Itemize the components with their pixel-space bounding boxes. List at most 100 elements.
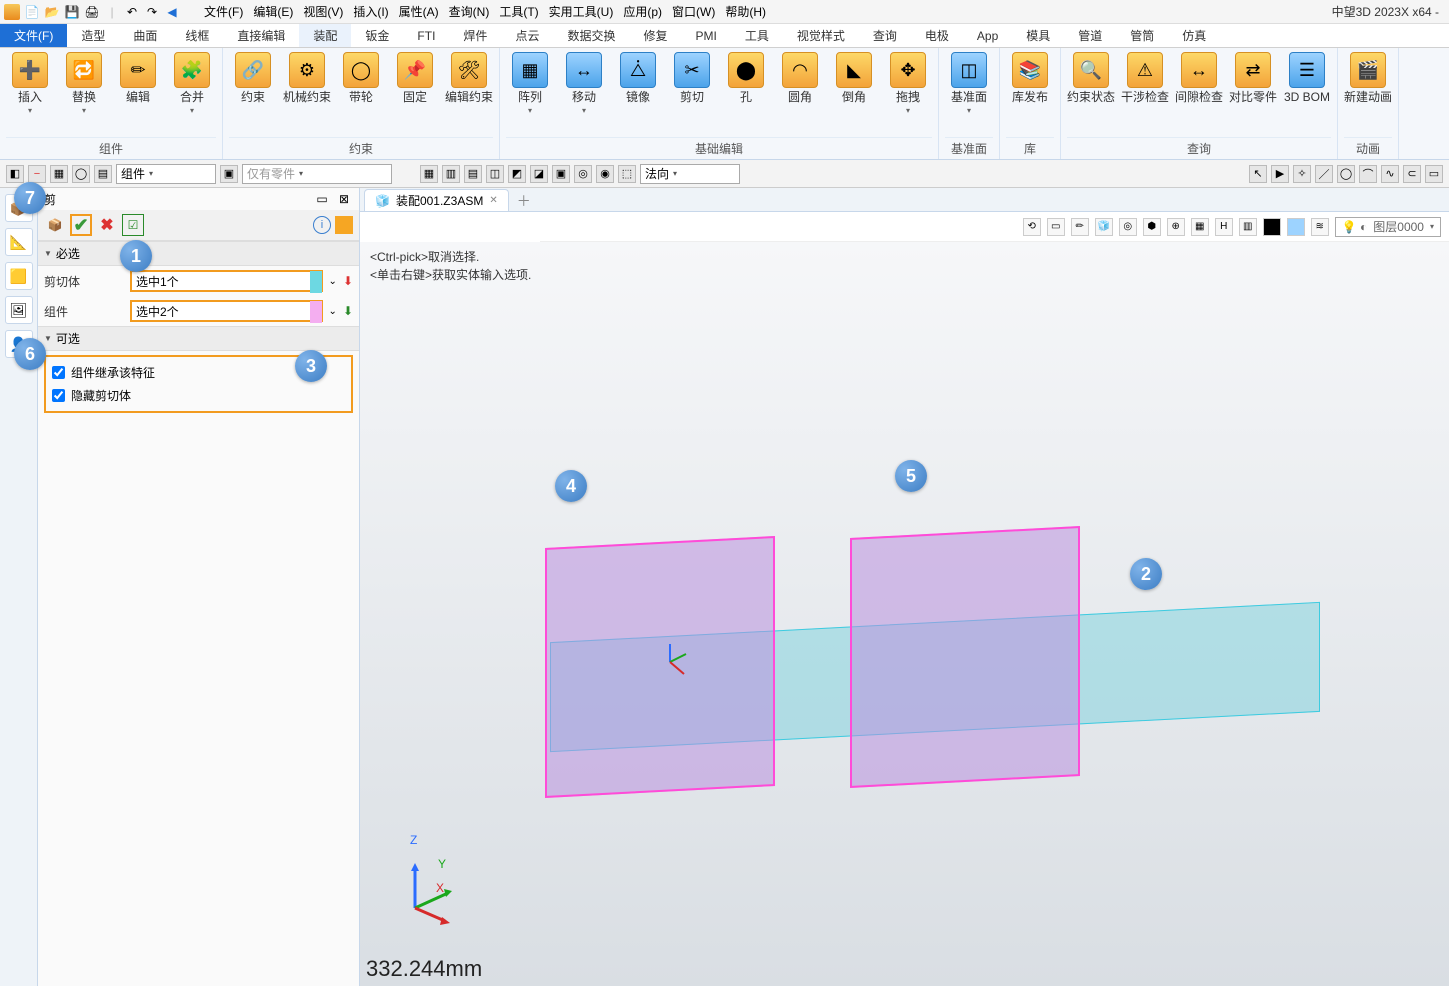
ribbon-btn-pattern[interactable]: ▦阵列▾ [506, 52, 554, 115]
menu-item[interactable]: 帮助(H) [721, 3, 770, 20]
tb-icon[interactable]: ◉ [596, 165, 614, 183]
tb-icon[interactable]: ◎ [574, 165, 592, 183]
tb-icon[interactable]: ↖ [1249, 165, 1267, 183]
tb-icon[interactable]: ▦ [420, 165, 438, 183]
document-tab[interactable]: 🧊 装配001.Z3ASM ✕ [364, 189, 509, 211]
tb-icon[interactable]: ◧ [6, 165, 24, 183]
ribbon-tab[interactable]: 管筒 [1116, 24, 1168, 47]
ribbon-tab[interactable]: 修复 [629, 24, 681, 47]
ribbon-tab[interactable]: 查询 [859, 24, 911, 47]
ribbon-btn-compare[interactable]: ⇄对比零件 [1229, 52, 1277, 104]
ribbon-btn-libpublish[interactable]: 📚库发布 [1006, 52, 1054, 104]
vt-icon[interactable]: ▭ [1047, 218, 1065, 236]
filter-combo[interactable]: 仅有零件▾ [242, 164, 392, 184]
leftbar-icon[interactable]: 🟨 [5, 262, 33, 290]
ribbon-btn-3dbom[interactable]: ☰3D BOM [1283, 52, 1331, 104]
pick-icon[interactable]: ⬇ [343, 304, 353, 318]
new-icon[interactable]: 📄 [24, 4, 40, 20]
ribbon-tab[interactable]: PMI [681, 24, 730, 47]
back-icon[interactable]: ◀ [164, 4, 180, 20]
ribbon-btn-merge[interactable]: 🧩合并▾ [168, 52, 216, 115]
menu-item[interactable]: 属性(A) [395, 3, 443, 20]
ribbon-btn-drag[interactable]: ✥拖拽▾ [884, 52, 932, 115]
ribbon-btn-constraint[interactable]: 🔗约束 [229, 52, 277, 104]
layer-combo[interactable]: 💡 ◐ 图层0000 ▾ [1335, 217, 1441, 237]
ribbon-tab[interactable]: 线框 [171, 24, 223, 47]
ribbon-btn-hole[interactable]: ⬤孔 [722, 52, 770, 104]
ribbon-btn-pulley[interactable]: ◯带轮 [337, 52, 385, 104]
menu-item[interactable]: 窗口(W) [668, 3, 719, 20]
pick-icon[interactable]: ⬇ [343, 274, 353, 288]
dropdown-icon[interactable]: ⌄ [329, 306, 337, 317]
tb-icon[interactable]: ⬚ [618, 165, 636, 183]
vt-icon[interactable]: 🧊 [1095, 218, 1113, 236]
vt-icon[interactable]: ✏ [1071, 218, 1089, 236]
ribbon-btn-fix[interactable]: 📌固定 [391, 52, 439, 104]
apply-button[interactable]: ☑ [122, 214, 144, 236]
leftbar-icon[interactable]: 🖼 [5, 296, 33, 324]
open-icon[interactable]: 📂 [44, 4, 60, 20]
panel-icon[interactable] [335, 216, 353, 234]
ribbon-tab[interactable]: 视觉样式 [783, 24, 859, 47]
tb-icon[interactable]: ／ [1315, 165, 1333, 183]
direction-combo[interactable]: 法向▾ [640, 164, 740, 184]
ribbon-btn-chamfer[interactable]: ◣倒角 [830, 52, 878, 104]
vt-icon[interactable]: ⊕ [1167, 218, 1185, 236]
ribbon-tab[interactable]: 焊件 [449, 24, 501, 47]
ribbon-btn-mechconstraint[interactable]: ⚙机械约束 [283, 52, 331, 104]
vt-color-blue-icon[interactable] [1287, 218, 1305, 236]
tb-icon[interactable]: ▥ [442, 165, 460, 183]
tb-icon[interactable]: ▦ [50, 165, 68, 183]
vt-icon[interactable]: ⟲ [1023, 218, 1041, 236]
tb-icon[interactable]: ∿ [1381, 165, 1399, 183]
menu-item[interactable]: 编辑(E) [249, 3, 297, 20]
vt-icon[interactable]: ▥ [1239, 218, 1257, 236]
tb-icon[interactable]: ◪ [530, 165, 548, 183]
ok-button[interactable]: ✔ [70, 214, 92, 236]
tb-icon[interactable]: ⊂ [1403, 165, 1421, 183]
vt-icon[interactable]: ◎ [1119, 218, 1137, 236]
viewport[interactable]: <Ctrl-pick>取消选择. <单击右键>获取实体输入选项. Z [360, 242, 1449, 986]
ribbon-tab[interactable]: 工具 [731, 24, 783, 47]
ribbon-tab-file[interactable]: 文件(F) [0, 24, 67, 47]
ribbon-tab[interactable]: FTI [403, 24, 449, 47]
tb-icon[interactable]: ◯ [1337, 165, 1355, 183]
tb-minus-icon[interactable]: − [28, 165, 46, 183]
ribbon-tab[interactable]: 数据交换 [553, 24, 629, 47]
cutbody-input[interactable]: 选中1个 [130, 270, 323, 292]
ribbon-tab[interactable]: 造型 [67, 24, 119, 47]
checkbox-hide[interactable]: 隐藏剪切体 [50, 384, 347, 407]
tb-icon[interactable]: ◯ [72, 165, 90, 183]
tb-icon[interactable]: ▤ [94, 165, 112, 183]
ribbon-tab[interactable]: 钣金 [351, 24, 403, 47]
ribbon-tab-assembly[interactable]: 装配 [299, 24, 351, 47]
vt-icon[interactable]: ⬢ [1143, 218, 1161, 236]
ribbon-btn-editconstraint[interactable]: 🛠编辑约束 [445, 52, 493, 104]
vt-icon[interactable]: H [1215, 218, 1233, 236]
ribbon-btn-clearance[interactable]: ↔间隙检查 [1175, 52, 1223, 104]
ribbon-btn-replace[interactable]: 🔁替换▾ [60, 52, 108, 115]
vt-color-black-icon[interactable] [1263, 218, 1281, 236]
tb-icon[interactable]: ▭ [1425, 165, 1443, 183]
close-icon[interactable]: ✕ [489, 195, 497, 206]
ribbon-tab[interactable]: 直接编辑 [223, 24, 299, 47]
tb-icon[interactable]: ◩ [508, 165, 526, 183]
mode-combo[interactable]: 组件▾ [116, 164, 216, 184]
ribbon-tab[interactable]: 管道 [1064, 24, 1116, 47]
ribbon-btn-mirror[interactable]: ⧊镜像 [614, 52, 662, 104]
ribbon-btn-constraintstate[interactable]: 🔍约束状态 [1067, 52, 1115, 104]
section-optional[interactable]: ▼可选 [38, 326, 359, 351]
tb-icon[interactable]: ⌒ [1359, 165, 1377, 183]
panel-minimize-icon[interactable]: ▭ [313, 190, 331, 208]
vt-icon[interactable]: ≋ [1311, 218, 1329, 236]
tb-icon[interactable]: ▤ [464, 165, 482, 183]
menu-item[interactable]: 插入(I) [349, 3, 392, 20]
menu-item[interactable]: 查询(N) [445, 3, 494, 20]
redo-icon[interactable]: ↷ [144, 4, 160, 20]
vt-icon[interactable]: ▦ [1191, 218, 1209, 236]
menu-item[interactable]: 视图(V) [299, 3, 347, 20]
dropdown-icon[interactable]: ⌄ [329, 276, 337, 287]
panel-close-icon[interactable]: ⊠ [335, 190, 353, 208]
tb-icon[interactable]: ✧ [1293, 165, 1311, 183]
cancel-button[interactable]: ✖ [96, 214, 118, 236]
